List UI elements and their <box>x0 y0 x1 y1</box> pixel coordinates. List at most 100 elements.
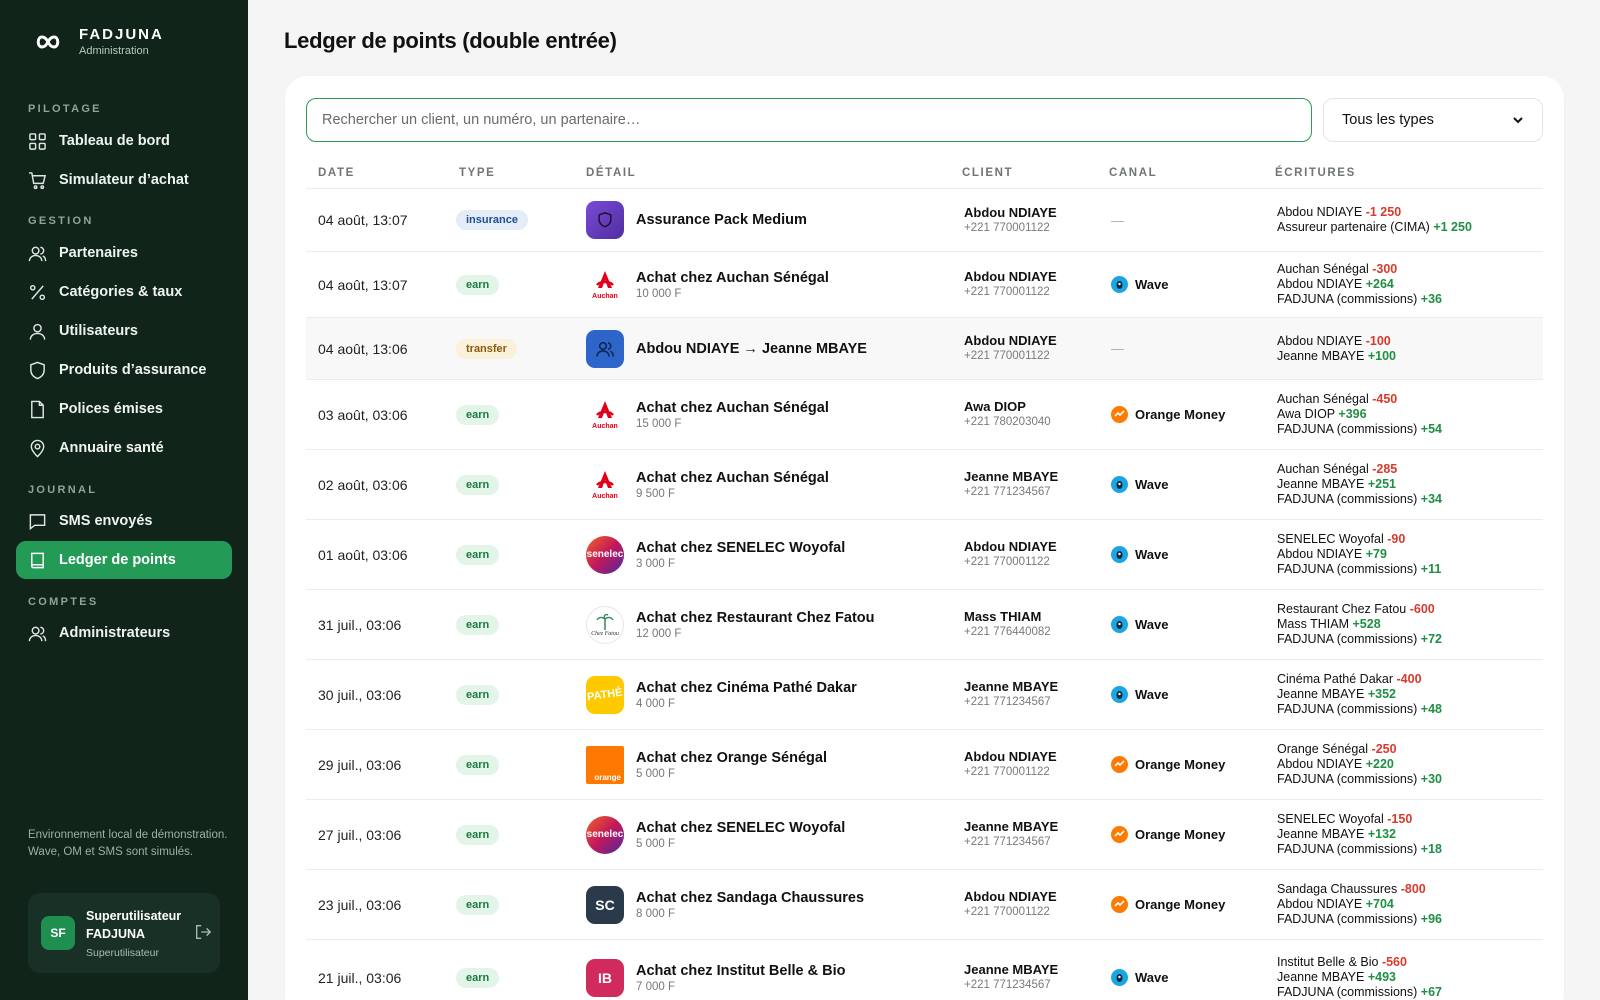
orange-money-icon <box>1111 756 1128 773</box>
type-badge: earn <box>456 614 500 635</box>
table-row[interactable]: 31 juil., 03:06 earn Chez Fatou Achat chez … <box>306 590 1543 660</box>
row-client: Jeanne MBAYE +221 771234567 <box>964 450 1058 519</box>
table-row[interactable]: 04 août, 13:07 earn Auchan Achat chez Aucha… <box>306 252 1543 318</box>
section-label-comptes: COMPTES <box>28 596 99 608</box>
sidebar-item-simulateur[interactable]: Simulateur d’achat <box>16 161 232 199</box>
client-name: Mass THIAM <box>964 609 1042 624</box>
entry-line: Sandaga Chaussures -800 <box>1277 882 1426 897</box>
row-detail: orange Achat chez Orange Sénégal 5 000 F <box>586 730 827 799</box>
table-row[interactable]: 04 août, 13:06 transfer Abdou NDIAYE → Jea… <box>306 318 1543 380</box>
row-canal: Wave <box>1111 450 1168 519</box>
type-badge: earn <box>456 824 500 845</box>
entry-points: +220 <box>1365 757 1394 771</box>
detail-amount: 5 000 F <box>636 837 675 850</box>
sidebar-item-annuaire-sante[interactable]: Annuaire santé <box>16 429 232 467</box>
entry-points: +251 <box>1367 477 1396 491</box>
column-header-detail: DÉTAIL <box>586 167 637 179</box>
table-row[interactable]: 29 juil., 03:06 earn orange Achat chez Oran… <box>306 730 1543 800</box>
entry-line: Orange Sénégal -250 <box>1277 742 1397 757</box>
table-row[interactable]: 21 juil., 03:06 earn IB Achat chez Institut… <box>306 940 1543 1000</box>
row-date: 30 juil., 03:06 <box>318 686 402 703</box>
entry-points: -150 <box>1387 812 1413 826</box>
row-detail: senelec Achat chez SENELEC Woyofal 5 000 F <box>586 800 845 869</box>
row-ecritures: Auchan Sénégal -450 Awa DIOP +396 FADJUNA … <box>1277 380 1442 449</box>
entry-account: Abdou NDIAYE <box>1277 277 1363 291</box>
search-input[interactable] <box>306 98 1312 142</box>
shield-icon <box>586 201 624 239</box>
chevron-down-icon <box>1513 117 1523 124</box>
client-phone: +221 780203040 <box>964 416 1051 428</box>
sidebar-item-administrateurs[interactable]: Administrateurs <box>16 614 232 652</box>
table-row[interactable]: 04 août, 13:07 insurance Assurance Pack Me… <box>306 189 1543 252</box>
row-date: 01 août, 03:06 <box>318 546 408 563</box>
detail-title: Achat chez SENELEC Woyofal <box>636 539 846 556</box>
entry-account: Cinéma Pathé Dakar <box>1277 672 1394 686</box>
auchan-logo-icon: Auchan <box>586 395 624 434</box>
sidebar-item-label: Utilisateurs <box>59 323 138 339</box>
row-client: Jeanne MBAYE +221 771234567 <box>964 800 1058 869</box>
entry-line: Abdou NDIAYE -100 <box>1277 334 1391 349</box>
column-header-date: DATE <box>318 167 355 179</box>
entry-account: Sandaga Chaussures <box>1277 882 1398 896</box>
sidebar-item-ledger[interactable]: Ledger de points <box>16 541 232 579</box>
entry-points: +34 <box>1420 492 1442 506</box>
entry-points: +100 <box>1367 348 1396 363</box>
table-row[interactable]: 03 août, 03:06 earn Auchan Achat chez Aucha… <box>306 380 1543 450</box>
row-date: 04 août, 13:06 <box>318 340 408 357</box>
users-icon <box>28 246 47 261</box>
table-row[interactable]: 27 juil., 03:06 earn senelec Achat chez SEN… <box>306 800 1543 870</box>
row-date: 04 août, 13:07 <box>318 212 408 228</box>
column-header-type: TYPE <box>459 167 496 179</box>
entry-points: -250 <box>1371 742 1397 756</box>
brand[interactable]: FADJUNA Administration <box>34 25 164 58</box>
logout-icon[interactable] <box>194 923 212 941</box>
senelec-logo-icon: senelec <box>586 535 624 574</box>
type-badge: earn <box>456 544 500 565</box>
entry-line: SENELEC Woyofal -90 <box>1277 532 1405 547</box>
grid-icon <box>29 132 46 150</box>
sidebar-item-label: Partenaires <box>59 245 138 261</box>
sidebar-item-label: Annuaire santé <box>59 440 164 456</box>
client-name: Jeanne MBAYE <box>964 962 1059 977</box>
row-date: 31 juil., 03:06 <box>318 616 402 633</box>
entry-account: Restaurant Chez Fatou <box>1277 602 1407 616</box>
sidebar: FADJUNA Administration PILOTAGE Tableau … <box>0 0 248 1000</box>
entry-account: Jeanne MBAYE <box>1277 827 1365 841</box>
table-row[interactable]: 23 juil., 03:06 earn SC Achat chez Sandaga … <box>306 870 1543 940</box>
detail-title: Achat chez Auchan Sénégal <box>636 269 829 286</box>
sidebar-item-utilisateurs[interactable]: Utilisateurs <box>16 312 232 350</box>
entry-account: Jeanne MBAYE <box>1277 970 1365 984</box>
sidebar-item-categories[interactable]: Catégories & taux <box>16 273 232 311</box>
entry-account: FADJUNA (commissions) <box>1277 702 1418 716</box>
type-badge: earn <box>456 967 500 988</box>
detail-amount: 8 000 F <box>636 907 675 920</box>
sidebar-item-produits-assurance[interactable]: Produits d’assurance <box>16 351 232 389</box>
sidebar-item-tableau-de-bord[interactable]: Tableau de bord <box>16 122 232 160</box>
canal-label: Orange Money <box>1135 897 1226 912</box>
book-icon <box>31 552 44 568</box>
client-phone: +221 771234567 <box>964 836 1051 848</box>
detail-title: Achat chez Restaurant Chez Fatou <box>636 609 875 626</box>
entry-line: FADJUNA (commissions) +48 <box>1277 702 1442 717</box>
entry-line: Jeanne MBAYE +251 <box>1277 477 1396 492</box>
initials-logo: SC <box>586 885 624 924</box>
avatar: SF <box>41 916 75 950</box>
client-phone: +221 771234567 <box>964 979 1051 991</box>
canal-label: Orange Money <box>1135 407 1226 422</box>
type-filter-select[interactable]: Tous les types <box>1323 98 1543 142</box>
entry-account: Jeanne MBAYE <box>1277 348 1365 363</box>
entry-line: Abdou NDIAYE +220 <box>1277 757 1394 772</box>
client-name: Abdou NDIAYE <box>964 333 1057 348</box>
entry-line: FADJUNA (commissions) +11 <box>1277 562 1441 577</box>
column-header-canal: CANAL <box>1109 167 1158 179</box>
sidebar-item-sms[interactable]: SMS envoyés <box>16 502 232 540</box>
sidebar-item-polices[interactable]: Polices émises <box>16 390 232 428</box>
ledger-card: Tous les types DATE TYPE DÉTAIL CLIENT C… <box>285 76 1564 1000</box>
table-row[interactable]: 02 août, 03:06 earn Auchan Achat chez Aucha… <box>306 450 1543 520</box>
table-row[interactable]: 01 août, 03:06 earn senelec Achat chez SENE… <box>306 520 1543 590</box>
row-ecritures: Restaurant Chez Fatou -600 Mass THIAM +52… <box>1277 590 1442 659</box>
row-canal: Wave <box>1111 590 1168 659</box>
table-row[interactable]: 30 juil., 03:06 earn PATHÉ Achat chez Ciném… <box>306 660 1543 730</box>
message-icon <box>29 513 46 530</box>
sidebar-item-partenaires[interactable]: Partenaires <box>16 234 232 272</box>
